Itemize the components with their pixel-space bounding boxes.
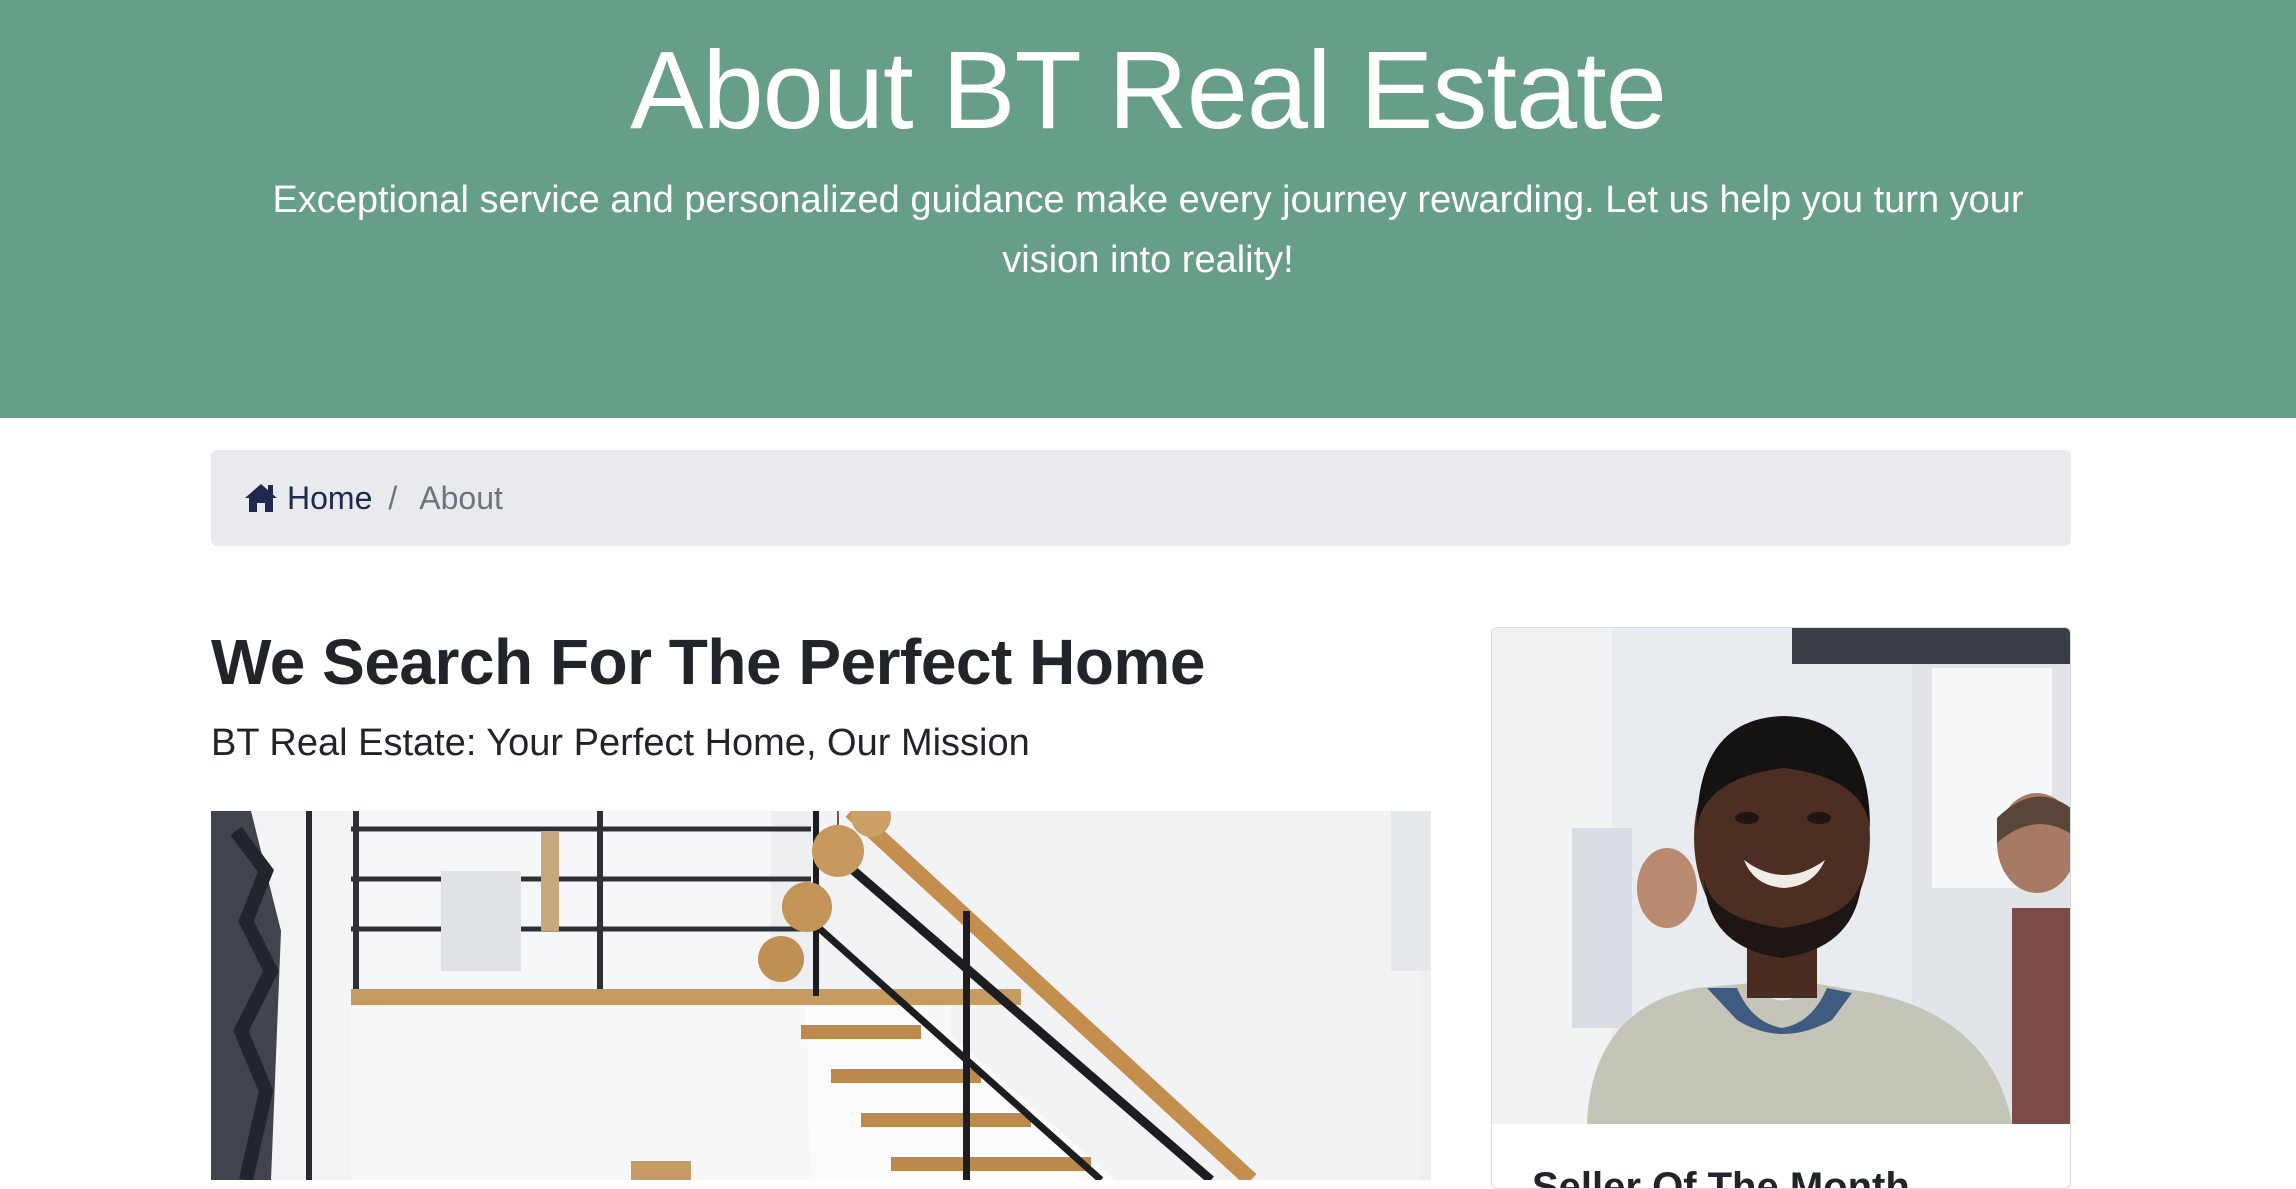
- breadcrumb-separator: /: [388, 479, 398, 516]
- breadcrumb-home-link[interactable]: Home: [287, 480, 372, 517]
- hero-banner: About BT Real Estate Exceptional service…: [0, 0, 2296, 418]
- hero-subtitle: Exceptional service and personalized gui…: [272, 179, 2024, 281]
- seller-photo: [1492, 628, 2070, 1124]
- breadcrumb: Home / About: [211, 450, 2071, 546]
- section-subtitle: BT Real Estate: Your Perfect Home, Our M…: [211, 722, 1030, 764]
- home-icon[interactable]: [243, 481, 279, 515]
- staircase-photo: [211, 811, 1431, 1180]
- seller-of-the-month-card: Seller Of The Month: [1491, 627, 2071, 1189]
- breadcrumb-current: About: [419, 479, 503, 516]
- hero-title: About BT Real Estate: [630, 29, 1667, 152]
- seller-card-title: Seller Of The Month: [1532, 1165, 1910, 1189]
- section-title: We Search For The Perfect Home: [211, 626, 1205, 698]
